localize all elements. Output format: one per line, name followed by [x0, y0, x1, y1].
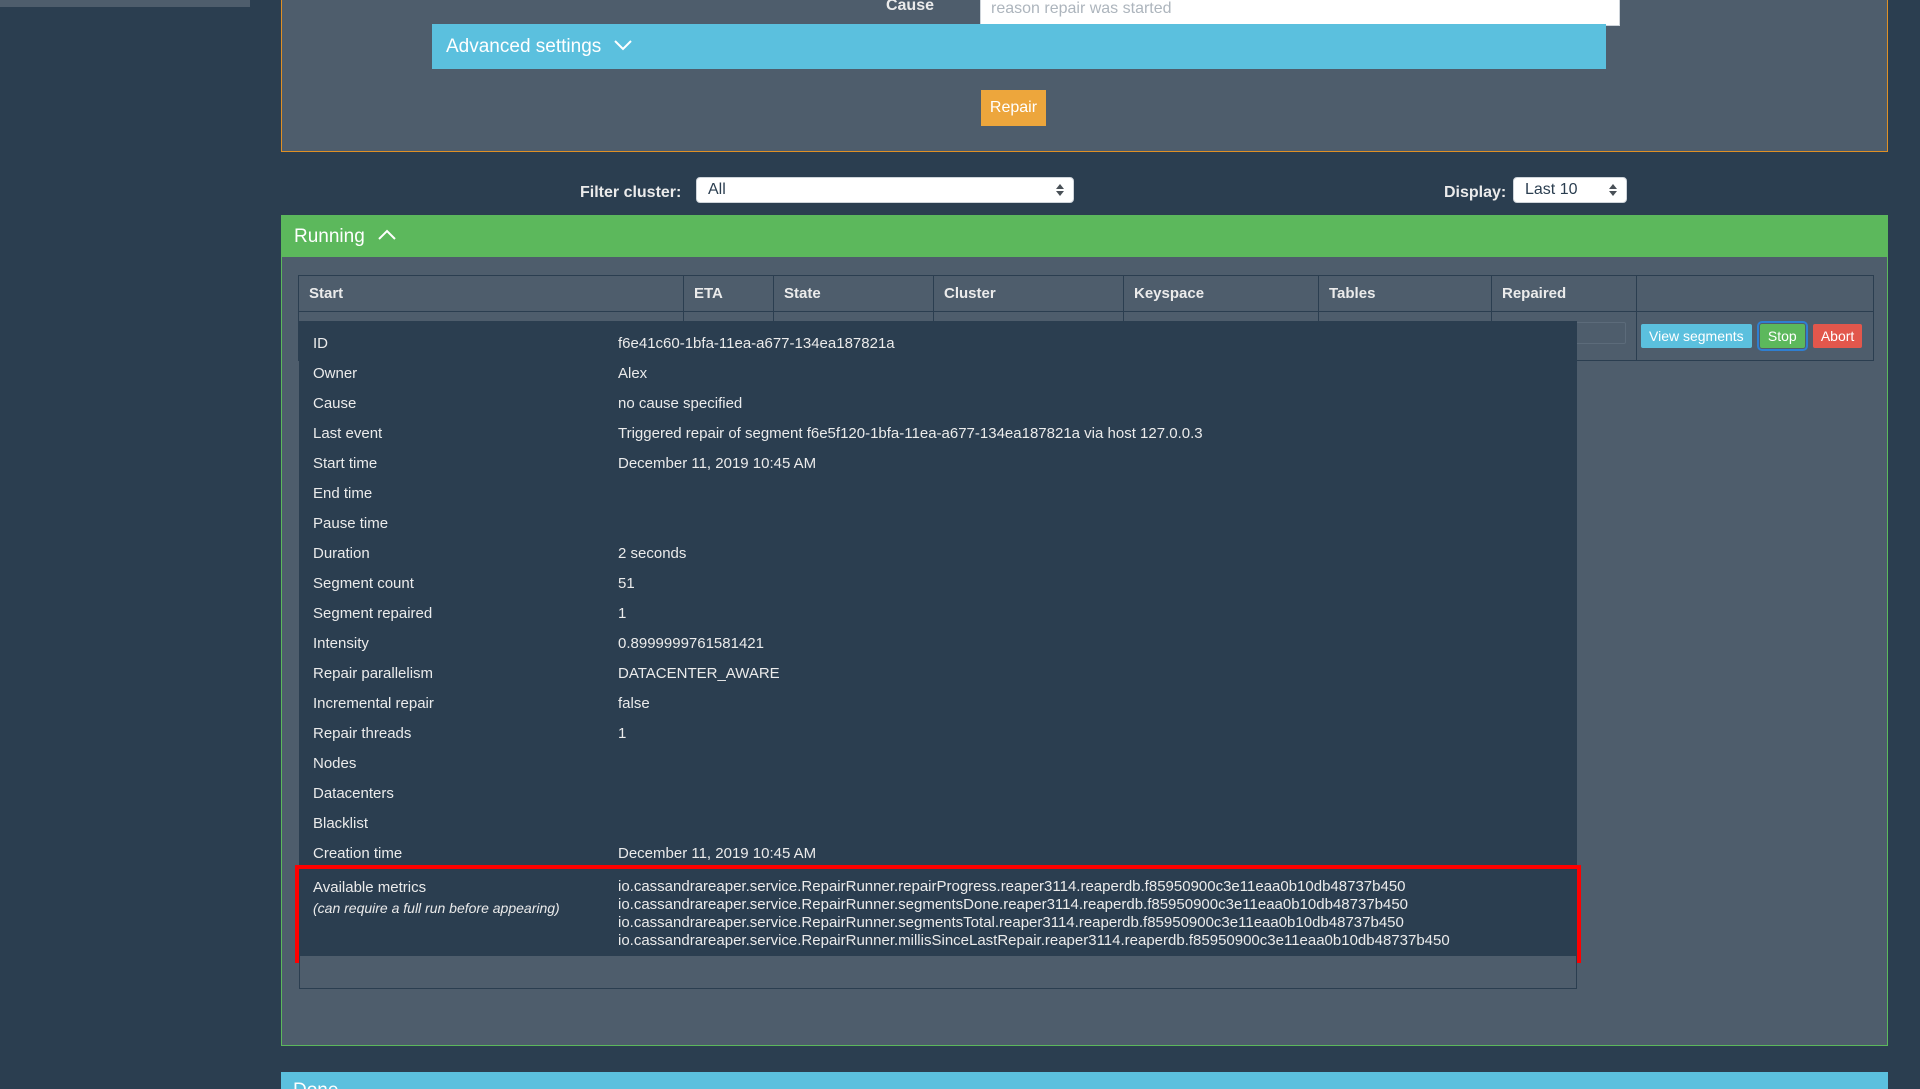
col-header-keyspace[interactable]: Keyspace — [1123, 275, 1319, 312]
col-header-tables[interactable]: Tables — [1318, 275, 1492, 312]
detail-key: Duration — [313, 545, 370, 562]
abort-button[interactable]: Abort — [1812, 324, 1863, 348]
detail-row-repair-parallelism: Repair parallelism DATACENTER_AWARE — [299, 659, 1577, 689]
detail-key: Nodes — [313, 755, 357, 772]
chevron-updown-icon — [1055, 182, 1065, 198]
detail-row-blacklist: Blacklist — [299, 809, 1577, 839]
detail-key: Repair parallelism — [313, 665, 434, 682]
available-metrics-values: io.cassandrareaper.service.RepairRunner.… — [618, 878, 1450, 950]
detail-key: Pause time — [313, 515, 389, 532]
detail-value: Triggered repair of segment f6e5f120-1bf… — [618, 425, 1203, 442]
detail-value: 1 — [618, 725, 627, 742]
detail-row-pause-time: Pause time — [299, 509, 1577, 539]
chevron-updown-icon — [1608, 182, 1618, 198]
display-label: Display: — [1444, 184, 1507, 201]
stop-button[interactable]: Stop — [1756, 321, 1808, 351]
runs-table-head: Start ETA State Cluster Keyspace Tables … — [298, 275, 1874, 312]
cause-input[interactable] — [980, 0, 1620, 26]
run-detail-footer — [299, 956, 1577, 989]
filter-cluster-label: Filter cluster: — [580, 184, 682, 201]
chevron-up-icon — [377, 229, 397, 241]
detail-key: Repair threads — [313, 725, 412, 742]
done-panel-header[interactable]: Done — [281, 1072, 1888, 1089]
running-panel-header[interactable]: Running — [282, 216, 1887, 257]
col-header-eta[interactable]: ETA — [683, 275, 774, 312]
repair-button[interactable]: Repair — [981, 90, 1046, 126]
detail-row-datacenters: Datacenters — [299, 779, 1577, 809]
detail-key: ID — [313, 335, 328, 352]
detail-row-cause: Cause no cause specified — [299, 389, 1577, 419]
detail-value: no cause specified — [618, 395, 743, 412]
detail-value: 51 — [618, 575, 635, 592]
detail-row-start-time: Start time December 11, 2019 10:45 AM — [299, 449, 1577, 479]
col-header-start[interactable]: Start — [298, 275, 684, 312]
detail-row-last-event: Last event Triggered repair of segment f… — [299, 419, 1577, 449]
detail-key: Creation time — [313, 845, 403, 862]
detail-row-incremental-repair: Incremental repair false — [299, 689, 1577, 719]
available-metrics-note: (can require a full run before appearing… — [313, 900, 560, 916]
detail-key: Segment repaired — [313, 605, 433, 622]
detail-value: 1 — [618, 605, 627, 622]
detail-row-segment-repaired: Segment repaired 1 — [299, 599, 1577, 629]
display-count-select[interactable]: Last 10 — [1513, 177, 1627, 203]
cluster-filter-select[interactable]: All — [696, 177, 1074, 203]
left-gutter — [0, 7, 250, 1089]
advanced-settings-label: Advanced settings — [446, 35, 602, 57]
available-metrics-label: Available metrics — [313, 879, 427, 896]
detail-row-id: ID f6e41c60-1bfa-11ea-a677-134ea187821a — [299, 329, 1577, 359]
col-header-actions — [1636, 275, 1874, 312]
detail-value: December 11, 2019 10:45 AM — [618, 455, 817, 472]
detail-value: December 11, 2019 10:45 AM — [618, 845, 817, 862]
detail-key: Cause — [313, 395, 357, 412]
runs-header-row: Start ETA State Cluster Keyspace Tables … — [298, 275, 1874, 312]
cause-label: Cause — [885, 0, 934, 14]
detail-value: DATACENTER_AWARE — [618, 665, 780, 682]
metric-millis-since-last-repair: io.cassandrareaper.service.RepairRunner.… — [618, 932, 1450, 949]
metric-segments-total: io.cassandrareaper.service.RepairRunner.… — [618, 914, 1404, 931]
chevron-down-icon — [613, 39, 633, 51]
detail-row-available-metrics: Available metrics (can require a full ru… — [295, 865, 1581, 963]
col-header-cluster[interactable]: Cluster — [933, 275, 1124, 312]
detail-value: Alex — [618, 365, 648, 382]
detail-key: Segment count — [313, 575, 414, 592]
detail-value: 0.8999999761581421 — [618, 635, 764, 652]
detail-row-end-time: End time — [299, 479, 1577, 509]
detail-row-intensity: Intensity 0.8999999761581421 — [299, 629, 1577, 659]
cell-actions: View segments Stop Abort — [1636, 311, 1874, 361]
detail-key-available-metrics: Available metrics (can require a full ru… — [313, 878, 618, 918]
detail-row-nodes: Nodes — [299, 749, 1577, 779]
detail-key: Start time — [313, 455, 378, 472]
repair-form-panel: Cause Advanced settings Repair — [281, 0, 1888, 152]
detail-value: false — [618, 695, 650, 712]
detail-row-repair-threads: Repair threads 1 — [299, 719, 1577, 749]
detail-value: f6e41c60-1bfa-11ea-a677-134ea187821a — [618, 335, 895, 352]
detail-key: Owner — [313, 365, 358, 382]
sidebar-top-stub — [0, 0, 250, 7]
display-count-value: Last 10 — [1525, 181, 1578, 198]
detail-row-segment-count: Segment count 51 — [299, 569, 1577, 599]
done-panel-title: Done — [293, 1080, 338, 1089]
detail-key: Incremental repair — [313, 695, 434, 712]
advanced-settings-toggle[interactable]: Advanced settings — [432, 24, 1606, 69]
running-panel: Running Start ETA State Cluster Keyspace… — [281, 215, 1888, 1046]
col-header-state[interactable]: State — [773, 275, 934, 312]
detail-row-owner: Owner Alex — [299, 359, 1577, 389]
detail-row-creation-time: Creation time December 11, 2019 10:45 AM — [299, 839, 1577, 869]
metric-segments-done: io.cassandrareaper.service.RepairRunner.… — [618, 896, 1409, 913]
detail-key: Intensity — [313, 635, 369, 652]
metric-repair-progress: io.cassandrareaper.service.RepairRunner.… — [618, 878, 1406, 895]
col-header-repaired[interactable]: Repaired — [1491, 275, 1637, 312]
detail-key: Blacklist — [313, 815, 369, 832]
app-page: Cause Advanced settings Repair Filter cl… — [0, 0, 1920, 1089]
detail-key: Last event — [313, 425, 383, 442]
detail-key: Datacenters — [313, 785, 394, 802]
detail-row-duration: Duration 2 seconds — [299, 539, 1577, 569]
cluster-filter-value: All — [708, 181, 726, 198]
detail-value: 2 seconds — [618, 545, 687, 562]
run-detail-panel: ID f6e41c60-1bfa-11ea-a677-134ea187821a … — [295, 321, 1581, 967]
running-panel-title: Running — [294, 225, 365, 247]
view-segments-button[interactable]: View segments — [1641, 324, 1752, 348]
detail-key: End time — [313, 485, 373, 502]
